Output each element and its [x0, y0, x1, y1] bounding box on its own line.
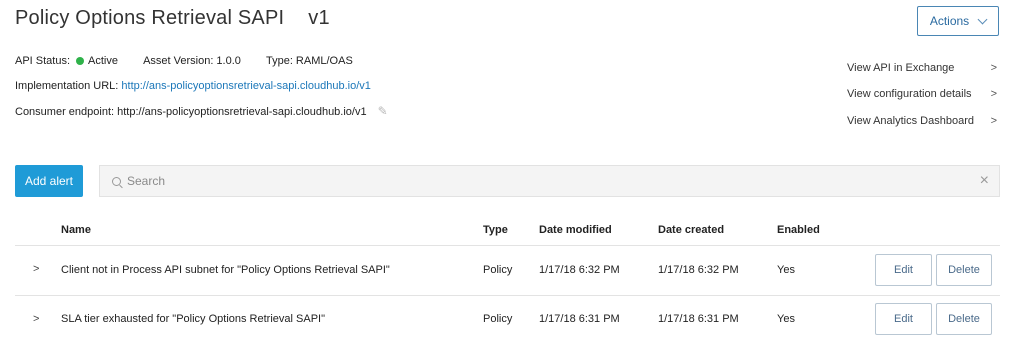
delete-button[interactable]: Delete — [936, 254, 992, 286]
link-label: View API in Exchange — [847, 62, 955, 74]
edit-button[interactable]: Edit — [875, 254, 932, 286]
view-configuration-details-link[interactable]: View configuration details > — [847, 88, 997, 100]
status-label: API Status: — [15, 55, 71, 67]
asset-version: Asset Version: 1.0.0 — [143, 55, 241, 67]
chevron-right-icon: > — [990, 62, 997, 74]
view-analytics-dashboard-link[interactable]: View Analytics Dashboard > — [847, 115, 997, 127]
edit-button[interactable]: Edit — [875, 303, 932, 335]
status-value: Active — [88, 55, 118, 67]
search-icon — [112, 176, 121, 186]
impl-label: Implementation URL: — [15, 80, 119, 92]
link-label: View Analytics Dashboard — [847, 115, 974, 127]
alert-type: Policy — [483, 264, 513, 276]
api-version: v1 — [308, 7, 330, 29]
date-modified: 1/17/18 6:32 PM — [539, 264, 620, 276]
implementation-url-link[interactable]: http://ans-policyoptionsretrieval-sapi.c… — [121, 80, 370, 92]
column-header-type[interactable]: Type — [483, 224, 508, 236]
divider — [15, 245, 1000, 246]
api-name: Policy Options Retrieval SAPI — [15, 7, 285, 29]
consumer-url: http://ans-policyoptionsretrieval-sapi.c… — [117, 106, 367, 118]
actions-label: Actions — [929, 14, 970, 28]
alert-name: Client not in Process API subnet for "Po… — [61, 264, 390, 276]
view-api-in-exchange-link[interactable]: View API in Exchange > — [847, 62, 997, 74]
implementation-url-line: Implementation URL: http://ans-policyopt… — [15, 80, 371, 92]
expand-row-icon[interactable]: > — [33, 263, 39, 275]
date-modified: 1/17/18 6:31 PM — [539, 313, 620, 325]
alert-name: SLA tier exhausted for "Policy Options R… — [61, 313, 325, 325]
pencil-edit-icon[interactable]: ✎ — [378, 104, 388, 118]
date-created: 1/17/18 6:31 PM — [658, 313, 739, 325]
column-header-date-created[interactable]: Date created — [658, 224, 724, 236]
delete-button[interactable]: Delete — [936, 303, 992, 335]
consumer-endpoint-line: Consumer endpoint: http://ans-policyopti… — [15, 104, 388, 118]
clear-search-icon[interactable]: × — [980, 172, 989, 190]
chevron-down-icon — [977, 14, 988, 24]
alert-type: Policy — [483, 313, 513, 325]
divider — [15, 295, 1000, 296]
date-created: 1/17/18 6:32 PM — [658, 264, 739, 276]
actions-dropdown-button[interactable]: Actions — [917, 6, 999, 36]
column-header-name[interactable]: Name — [61, 224, 91, 236]
chevron-right-icon: > — [990, 88, 997, 100]
api-status-line: API Status: Active Asset Version: 1.0.0 T… — [15, 55, 353, 67]
consumer-label: Consumer endpoint: — [15, 106, 115, 118]
expand-row-icon[interactable]: > — [33, 313, 39, 325]
chevron-right-icon: > — [990, 115, 997, 127]
search-bar: × — [99, 165, 1000, 197]
enabled-value: Yes — [777, 313, 795, 325]
add-alert-button[interactable]: Add alert — [15, 165, 83, 197]
column-header-enabled[interactable]: Enabled — [777, 224, 820, 236]
status-dot-icon — [76, 57, 85, 65]
api-type: Type: RAML/OAS — [265, 55, 353, 67]
page-title: Policy Options Retrieval SAPI v1 — [15, 7, 330, 30]
column-header-date-modified[interactable]: Date modified — [539, 224, 612, 236]
enabled-value: Yes — [777, 264, 795, 276]
search-input[interactable] — [125, 173, 980, 189]
link-label: View configuration details — [847, 88, 972, 100]
